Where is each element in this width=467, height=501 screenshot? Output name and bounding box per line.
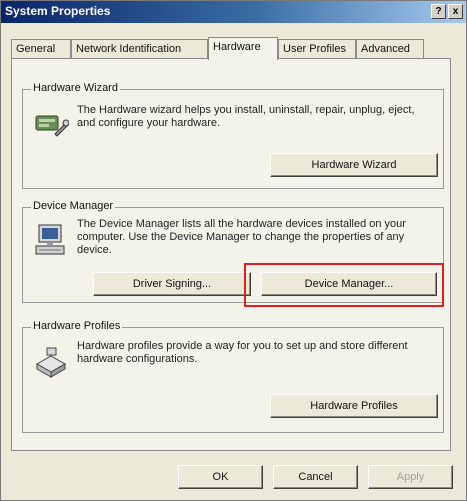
tab-general[interactable]: General [11, 39, 71, 58]
hardware-tab-panel: Hardware Wizard The Hardware wizard help… [11, 58, 451, 451]
device-manager-description: The Device Manager lists all the hardwar… [77, 218, 406, 256]
computer-icon [35, 224, 65, 255]
hardware-wizard-description: The Hardware wizard helps you install, u… [77, 104, 415, 129]
hardware-wizard-button[interactable]: Hardware Wizard [270, 153, 438, 177]
hardware-profiles-icon [35, 347, 67, 378]
hardware-profiles-button[interactable]: Hardware Profiles [270, 394, 438, 418]
system-properties-window: System Properties ? x General Network Id… [0, 0, 467, 501]
driver-signing-button[interactable]: Driver Signing... [93, 272, 251, 296]
device-manager-highlight-box [244, 263, 444, 307]
ok-button[interactable]: OK [178, 465, 263, 489]
hardware-profiles-group: Hardware Profiles Hardware profiles prov… [22, 320, 444, 433]
device-manager-group-label: Device Manager [31, 200, 116, 212]
apply-button[interactable]: Apply [368, 465, 453, 489]
tab-hardware[interactable]: Hardware [208, 37, 278, 60]
cancel-button[interactable]: Cancel [273, 465, 358, 489]
window-title: System Properties [5, 4, 111, 18]
help-button[interactable]: ? [431, 4, 446, 19]
hardware-profiles-description: Hardware profiles provide a way for you … [77, 340, 408, 365]
hardware-wizard-icon [35, 115, 69, 137]
tab-advanced[interactable]: Advanced [356, 39, 424, 58]
hardware-wizard-group: Hardware Wizard The Hardware wizard help… [22, 82, 444, 189]
close-button[interactable]: x [448, 4, 463, 19]
hardware-profiles-group-label: Hardware Profiles [31, 320, 123, 332]
tab-network-identification[interactable]: Network Identification [71, 39, 208, 58]
hardware-wizard-group-label: Hardware Wizard [31, 82, 120, 94]
title-bar[interactable]: System Properties ? x [1, 1, 466, 23]
tab-user-profiles[interactable]: User Profiles [278, 39, 356, 58]
